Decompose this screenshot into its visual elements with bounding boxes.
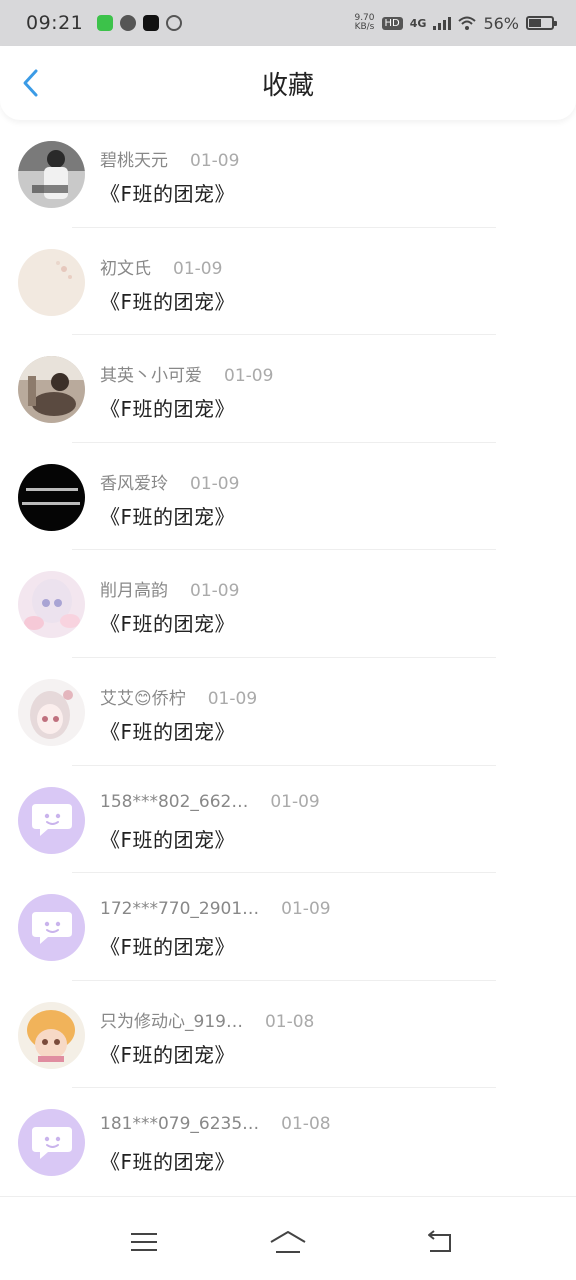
hd-badge: HD bbox=[381, 16, 403, 30]
back-button[interactable] bbox=[14, 66, 48, 100]
user-name: 香风爱玲 bbox=[100, 473, 168, 494]
list-item[interactable]: 181***079_6235… 01-08 《F班的团宠》 bbox=[0, 1088, 576, 1196]
item-date: 01-09 bbox=[224, 366, 274, 387]
avatar bbox=[18, 678, 85, 746]
list-item[interactable]: 其英丶小可爱 01-09 《F班的团宠》 bbox=[0, 335, 576, 443]
book-title: 《F班的团宠》 bbox=[100, 504, 236, 529]
chat-notification-icon bbox=[120, 15, 137, 31]
status-right: 9.70 KB/s HD 4G 56% bbox=[354, 13, 557, 33]
book-title: 《F班的团宠》 bbox=[100, 289, 236, 314]
signal-icon bbox=[433, 16, 452, 30]
user-name: 181***079_6235… bbox=[100, 1114, 260, 1135]
item-meta: 艾艾😊侨柠 01-09 bbox=[100, 684, 257, 709]
item-date: 01-09 bbox=[190, 473, 240, 494]
avatar bbox=[18, 571, 85, 639]
user-name: 艾艾😊侨柠 bbox=[100, 688, 186, 709]
chat-bubble-icon bbox=[18, 1109, 85, 1177]
item-meta: 158***802_662… 01-09 bbox=[100, 792, 320, 812]
net-speed-unit: KB/s bbox=[354, 22, 375, 32]
user-name: 碧桃天元 bbox=[100, 151, 168, 171]
back-nav-button[interactable] bbox=[420, 1227, 460, 1257]
item-date: 01-09 bbox=[173, 258, 223, 279]
battery-icon bbox=[526, 16, 557, 30]
list-item[interactable]: 艾艾😊侨柠 01-09 《F班的团宠》 bbox=[0, 658, 576, 766]
avatar bbox=[18, 1001, 85, 1069]
book-title: 《F班的团宠》 bbox=[100, 182, 236, 206]
battery-fill bbox=[529, 19, 541, 27]
net-speed: 9.70 KB/s bbox=[354, 14, 374, 32]
user-name: 172***770_2901… bbox=[100, 899, 260, 920]
list-item[interactable]: 只为修动心_919… 01-08 《F班的团宠》 bbox=[0, 981, 576, 1089]
chat-bubble-icon bbox=[18, 786, 85, 854]
page-title: 收藏 bbox=[261, 70, 314, 101]
item-date: 01-09 bbox=[207, 688, 258, 709]
item-meta: 其英丶小可爱 01-09 bbox=[100, 361, 273, 386]
wifi-icon bbox=[458, 16, 477, 30]
header: 收藏 bbox=[0, 46, 576, 120]
user-name: 158***802_662… bbox=[100, 791, 249, 812]
avatar bbox=[18, 141, 85, 208]
list-item[interactable]: 158***802_662… 01-09 《F班的团宠》 bbox=[0, 766, 576, 874]
book-title: 《F班的团宠》 bbox=[100, 1042, 236, 1067]
item-date: 01-09 bbox=[270, 791, 320, 812]
home-icon bbox=[270, 1231, 306, 1253]
network-type: 4G bbox=[409, 16, 427, 30]
list-item[interactable]: 削月高韵 01-09 《F班的团宠》 bbox=[0, 550, 576, 658]
system-nav-bar bbox=[0, 1196, 576, 1280]
item-date: 01-08 bbox=[264, 1011, 315, 1032]
item-meta: 只为修动心_919… 01-08 bbox=[100, 1007, 314, 1032]
back-arrow-icon bbox=[428, 1230, 451, 1252]
item-date: 01-09 bbox=[281, 899, 331, 920]
user-name: 只为修动心_919… bbox=[100, 1011, 243, 1032]
tiktok-notification-icon bbox=[143, 15, 160, 31]
book-title: 《F班的团宠》 bbox=[100, 827, 236, 852]
chevron-left-icon bbox=[23, 69, 38, 97]
notification-icons bbox=[97, 15, 183, 31]
list-item[interactable]: 碧桃天元 01-09 《F班的团宠》 bbox=[0, 120, 576, 228]
user-name: 削月高韵 bbox=[100, 581, 168, 602]
menu-button[interactable] bbox=[124, 1227, 164, 1257]
item-meta: 削月高韵 01-09 bbox=[100, 576, 239, 601]
app-notification-icon bbox=[97, 15, 114, 31]
book-title: 《F班的团宠》 bbox=[100, 612, 236, 637]
book-title: 《F班的团宠》 bbox=[100, 719, 236, 744]
chat-bubble-icon bbox=[18, 894, 85, 962]
item-date: 01-09 bbox=[190, 151, 240, 171]
book-title: 《F班的团宠》 bbox=[100, 397, 236, 422]
item-meta: 碧桃天元 01-09 bbox=[100, 146, 239, 171]
list-item[interactable]: 172***770_2901… 01-09 《F班的团宠》 bbox=[0, 873, 576, 981]
sync-notification-icon bbox=[166, 15, 183, 31]
favorites-list: 碧桃天元 01-09 《F班的团宠》 初文氏 01-09 《F班的团宠》 其英丶… bbox=[0, 120, 576, 1196]
book-title: 《F班的团宠》 bbox=[100, 935, 236, 960]
list-item[interactable]: 香风爱玲 01-09 《F班的团宠》 bbox=[0, 443, 576, 551]
item-meta: 172***770_2901… 01-09 bbox=[100, 899, 331, 919]
user-name: 其英丶小可爱 bbox=[100, 366, 202, 387]
status-time: 09:21 bbox=[26, 12, 84, 34]
avatar bbox=[18, 463, 85, 531]
item-meta: 初文氏 01-09 bbox=[100, 254, 222, 279]
item-meta: 香风爱玲 01-09 bbox=[100, 469, 239, 494]
list-item[interactable]: 初文氏 01-09 《F班的团宠》 bbox=[0, 228, 576, 336]
avatar bbox=[18, 356, 85, 424]
user-name: 初文氏 bbox=[100, 258, 151, 279]
book-title: 《F班的团宠》 bbox=[100, 1150, 236, 1175]
battery-percent: 56% bbox=[483, 13, 519, 33]
status-bar: 09:21 9.70 KB/s HD 4G 56% bbox=[0, 0, 576, 46]
avatar bbox=[18, 248, 85, 316]
menu-icon bbox=[131, 1233, 157, 1251]
home-button[interactable] bbox=[268, 1227, 308, 1257]
item-date: 01-08 bbox=[281, 1114, 331, 1135]
item-meta: 181***079_6235… 01-08 bbox=[100, 1114, 331, 1134]
item-date: 01-09 bbox=[190, 581, 240, 602]
